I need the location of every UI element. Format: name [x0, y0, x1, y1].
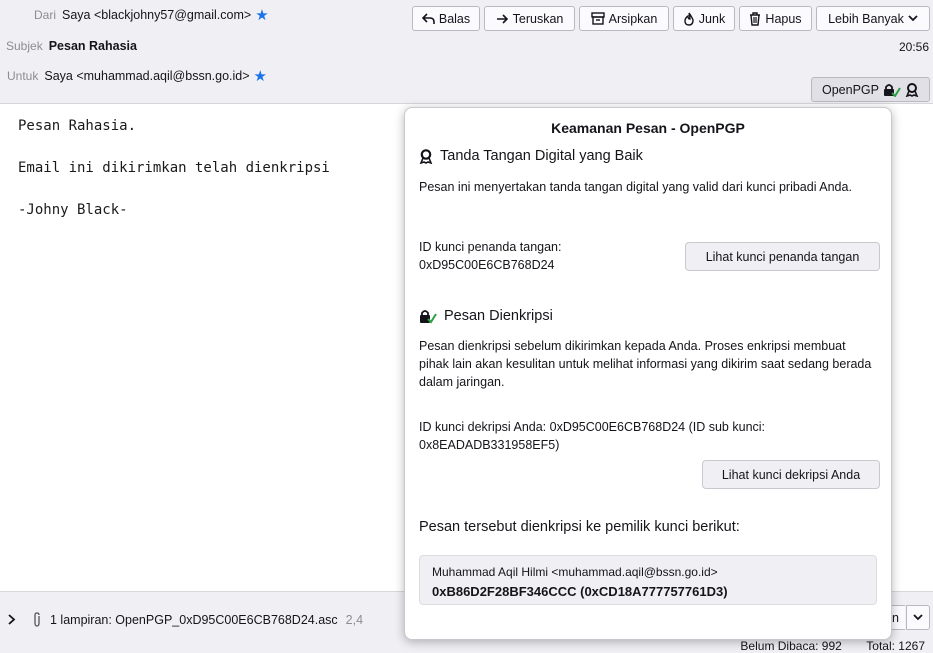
- forward-label: Teruskan: [512, 11, 564, 26]
- reply-label: Balas: [438, 11, 471, 26]
- signature-seal-icon: [905, 82, 919, 97]
- junk-flame-icon: [684, 12, 694, 26]
- recipient-name: Muhammad Aqil Hilmi <muhammad.aqil@bssn.…: [432, 565, 718, 579]
- status-bar: Belum Dibaca: 992 Total: 1267: [740, 639, 925, 653]
- view-decrypt-key-button[interactable]: Lihat kunci dekripsi Anda: [702, 460, 880, 489]
- encrypted-lock-icon: [420, 309, 437, 324]
- decrypt-id-text: ID kunci dekripsi Anda: 0xD95C00E6CB768D…: [419, 420, 766, 452]
- junk-button[interactable]: Junk: [673, 6, 735, 31]
- unread-count: Belum Dibaca: 992: [740, 639, 842, 653]
- subject-row: Subjek Pesan Rahasia: [6, 33, 933, 59]
- signature-text: Pesan ini menyertakan tanda tangan digit…: [419, 180, 852, 194]
- openpgp-security-panel: Keamanan Pesan - OpenPGP Tanda Tangan Di…: [404, 107, 892, 640]
- panel-title: Keamanan Pesan - OpenPGP: [551, 120, 745, 136]
- delete-label: Hapus: [765, 11, 802, 26]
- junk-label: Junk: [698, 11, 726, 26]
- message-header: Dari Saya <blackjohny57@gmail.com> ★ Sub…: [0, 0, 933, 104]
- attachment-size: 2,4: [345, 612, 364, 627]
- subject-value: Pesan Rahasia: [48, 39, 137, 53]
- openpgp-label: OpenPGP: [822, 82, 879, 97]
- to-row: Untuk Saya <muhammad.aqil@bssn.go.id> ★: [7, 63, 933, 89]
- recipient-item: Muhammad Aqil Hilmi <muhammad.aqil@bssn.…: [419, 555, 877, 605]
- encrypted-heading: Pesan Dienkripsi: [419, 308, 553, 324]
- more-label: Lebih Banyak: [828, 11, 904, 26]
- more-button[interactable]: Lebih Banyak: [816, 6, 930, 31]
- reply-icon: [421, 12, 435, 24]
- recipients-heading: Pesan tersebut dienkripsi ke pemilik kun…: [419, 519, 740, 535]
- message-line: -Johny Black-: [18, 202, 128, 218]
- attachment-label[interactable]: 1 lampiran: OpenPGP_0xD95C00E6CB768D24.a…: [50, 613, 338, 627]
- signature-heading-text: Tanda Tangan Digital yang Baik: [440, 148, 643, 164]
- to-value[interactable]: Saya <muhammad.aqil@bssn.go.id>: [44, 69, 249, 83]
- star-icon[interactable]: ★: [255, 8, 268, 23]
- from-label: Dari: [34, 8, 57, 22]
- reply-button[interactable]: Balas: [412, 6, 480, 31]
- expand-chevron-icon[interactable]: [8, 614, 16, 625]
- delete-button[interactable]: Hapus: [739, 6, 812, 31]
- encrypted-text: Pesan dienkripsi sebelum dikirimkan kepa…: [419, 339, 872, 389]
- trash-icon: [750, 11, 761, 26]
- archive-button[interactable]: Arsipkan: [579, 6, 669, 31]
- openpgp-button[interactable]: OpenPGP: [811, 77, 930, 102]
- star-icon[interactable]: ★: [254, 69, 267, 84]
- time: 20:56: [898, 40, 929, 54]
- encrypted-lock-icon: [883, 83, 901, 97]
- save-dropdown-button[interactable]: [906, 605, 930, 630]
- chevron-down-icon: [908, 15, 918, 22]
- total-count: Total: 1267: [866, 639, 925, 653]
- signature-seal-icon: [419, 148, 433, 164]
- forward-arrow-icon: [496, 13, 508, 24]
- archive-label: Arsipkan: [608, 11, 658, 26]
- paperclip-icon: [34, 612, 40, 627]
- signature-heading: Tanda Tangan Digital yang Baik: [419, 148, 643, 164]
- archive-icon: [590, 12, 605, 25]
- message-line: Pesan Rahasia.: [18, 118, 137, 134]
- recipient-key-ids: 0xB86D2F28BF346CCC (0xCD18A777757761D3): [432, 584, 728, 599]
- to-label: Untuk: [7, 69, 39, 83]
- subject-label: Subjek: [6, 39, 43, 53]
- forward-button[interactable]: Teruskan: [484, 6, 575, 31]
- chevron-down-icon: [913, 614, 923, 621]
- from-value[interactable]: Saya <blackjohny57@gmail.com>: [62, 8, 251, 22]
- view-signer-key-button[interactable]: Lihat kunci penanda tangan: [685, 242, 880, 271]
- encrypted-heading-text: Pesan Dienkripsi: [444, 308, 553, 324]
- attachment-row[interactable]: 1 lampiran: OpenPGP_0xD95C00E6CB768D24.a…: [8, 612, 363, 627]
- message-line: Email ini dikirimkan telah dienkripsi: [18, 160, 330, 176]
